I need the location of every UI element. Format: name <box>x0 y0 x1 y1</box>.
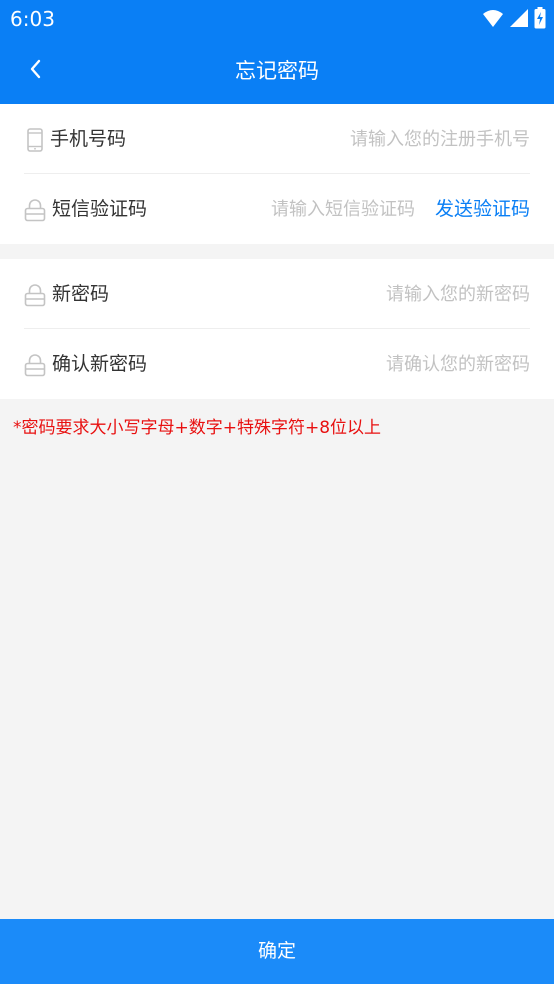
phone-verification-card: 手机号码 短信验证码 发送验证码 <box>0 104 554 244</box>
confirm-password-input[interactable] <box>200 348 530 380</box>
signal-icon <box>509 7 529 29</box>
password-hint: *密码要求大小写字母+数字+特殊字符+8位以上 <box>13 418 382 438</box>
new-password-input[interactable] <box>200 278 530 310</box>
status-icons <box>482 7 546 29</box>
wifi-icon <box>482 7 504 29</box>
send-code-button[interactable]: 发送验证码 <box>435 193 530 225</box>
password-card: 新密码 确认新密码 <box>0 259 554 399</box>
phone-row: 手机号码 <box>0 104 554 174</box>
sms-code-label: 短信验证码 <box>52 198 148 220</box>
battery-icon <box>534 7 546 29</box>
phone-icon <box>24 128 46 152</box>
lock-icon <box>24 283 46 307</box>
lock-icon <box>24 353 46 377</box>
sms-code-input[interactable] <box>200 193 415 225</box>
chevron-left-icon <box>28 58 44 84</box>
nav-bar: 忘记密码 <box>0 38 554 104</box>
status-bar: 6:03 <box>0 0 554 38</box>
confirm-password-label: 确认新密码 <box>52 353 148 375</box>
lock-icon <box>24 198 46 222</box>
page-title: 忘记密码 <box>235 59 319 83</box>
confirm-password-row: 确认新密码 <box>0 329 554 399</box>
new-password-label: 新密码 <box>52 283 110 305</box>
phone-input[interactable] <box>200 123 530 155</box>
new-password-row: 新密码 <box>0 259 554 329</box>
back-button[interactable] <box>14 51 58 91</box>
confirm-button[interactable]: 确定 <box>0 919 554 984</box>
sms-code-row: 短信验证码 发送验证码 <box>0 174 554 244</box>
status-time: 6:03 <box>10 7 55 31</box>
phone-label: 手机号码 <box>50 128 127 150</box>
